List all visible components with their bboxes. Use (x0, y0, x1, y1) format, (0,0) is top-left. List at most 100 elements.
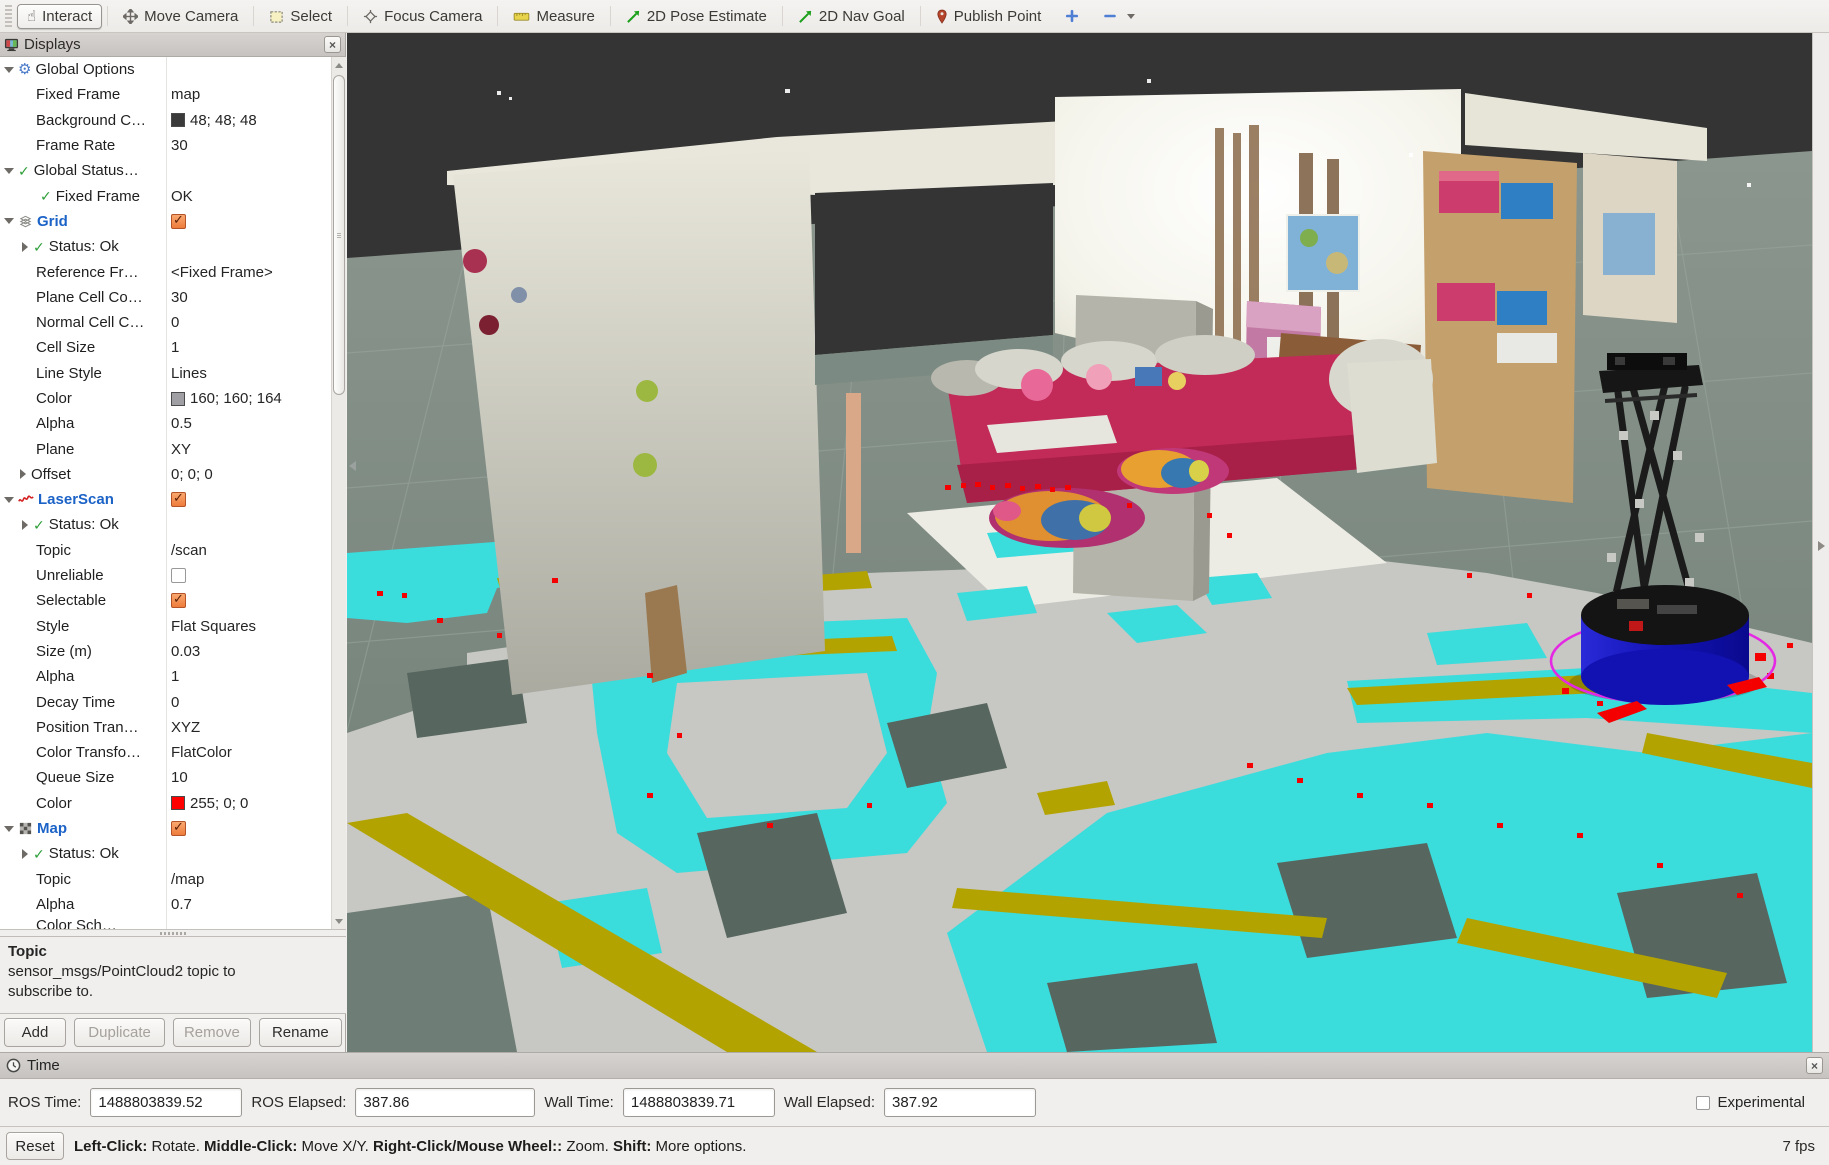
tree-row-topic[interactable]: Topic/map (0, 867, 346, 892)
3d-viewport[interactable] (347, 33, 1812, 1052)
expander-open-icon[interactable] (4, 826, 14, 832)
checkbox-checked[interactable] (171, 593, 186, 608)
tree-row-grid[interactable]: Grid (0, 209, 346, 234)
tree-row-laserscan[interactable]: LaserScan (0, 487, 346, 512)
tree-row-size-m[interactable]: Size (m)0.03 (0, 639, 346, 664)
tree-row-position-tran[interactable]: Position Tran…XYZ (0, 715, 346, 740)
tree-row-color[interactable]: Color160; 160; 164 (0, 386, 346, 411)
tree-row-status-ok[interactable]: ✓Status: Ok (0, 841, 346, 866)
scroll-thumb[interactable] (333, 75, 345, 395)
property-value[interactable]: XYZ (166, 719, 200, 736)
add-tool-button[interactable] (1055, 5, 1089, 27)
property-value[interactable]: Lines (166, 365, 207, 382)
property-value[interactable]: 0.5 (166, 415, 192, 432)
time-field-wall-elapsed[interactable] (884, 1088, 1036, 1117)
expander-open-icon[interactable] (4, 67, 14, 73)
tree-row-frame-rate[interactable]: Frame Rate30 (0, 133, 346, 158)
tool-publish-point[interactable]: Publish Point (926, 4, 1052, 29)
checkbox-unchecked[interactable] (171, 568, 186, 583)
property-value[interactable]: 0 (166, 314, 179, 331)
tree-row-topic[interactable]: Topic/scan (0, 538, 346, 563)
tree-row-global-options[interactable]: ⚙Global Options (0, 57, 346, 82)
tree-row-cell-size[interactable]: Cell Size1 (0, 335, 346, 360)
tool-2d-pose-estimate[interactable]: 2D Pose Estimate (616, 4, 777, 29)
checkbox-checked[interactable] (171, 492, 186, 507)
tool-move-camera[interactable]: Move Camera (113, 4, 248, 29)
property-value[interactable]: FlatColor (166, 744, 232, 761)
scroll-up-arrow[interactable] (332, 57, 346, 73)
tree-row-global-status[interactable]: ✓Global Status… (0, 158, 346, 183)
property-value[interactable] (166, 568, 186, 583)
tree-row-offset[interactable]: Offset0; 0; 0 (0, 462, 346, 487)
property-value[interactable]: 0.03 (166, 643, 200, 660)
expander-closed-icon[interactable] (20, 469, 26, 479)
property-value[interactable]: /scan (166, 542, 207, 559)
checkbox-checked[interactable] (171, 214, 186, 229)
property-value[interactable]: XY (166, 441, 191, 458)
remove-button[interactable]: Remove (173, 1018, 251, 1047)
property-value[interactable]: 48; 48; 48 (166, 112, 257, 129)
left-splitter-arrow[interactable] (349, 461, 356, 471)
experimental-toggle[interactable]: Experimental (1696, 1094, 1805, 1111)
time-field-ros-time[interactable] (90, 1088, 242, 1117)
property-value[interactable] (166, 821, 186, 836)
tree-row-alpha[interactable]: Alpha0.5 (0, 411, 346, 436)
tree-row-alpha[interactable]: Alpha1 (0, 664, 346, 689)
tree-row-color-sch[interactable]: Color Sch… (0, 917, 346, 930)
tree-row-background-c[interactable]: Background C…48; 48; 48 (0, 108, 346, 133)
expander-closed-icon[interactable] (22, 849, 28, 859)
tree-row-line-style[interactable]: Line StyleLines (0, 361, 346, 386)
tool-interact[interactable]: ☝Interact (17, 4, 102, 29)
property-value[interactable]: <Fixed Frame> (166, 264, 273, 281)
tree-row-status-ok[interactable]: ✓Status: Ok (0, 234, 346, 259)
duplicate-button[interactable]: Duplicate (74, 1018, 165, 1047)
tree-row-unreliable[interactable]: Unreliable (0, 563, 346, 588)
reset-button[interactable]: Reset (6, 1132, 64, 1160)
toolbar-drag-handle[interactable] (5, 5, 12, 27)
tree-row-reference-fr[interactable]: Reference Fr…<Fixed Frame> (0, 259, 346, 284)
add-button[interactable]: Add (4, 1018, 66, 1047)
property-value[interactable]: map (166, 86, 200, 103)
remove-tool-button[interactable] (1093, 5, 1145, 27)
tool-focus-camera[interactable]: Focus Camera (353, 4, 492, 29)
tool-select[interactable]: Select (259, 4, 342, 29)
tree-row-normal-cell-c[interactable]: Normal Cell C…0 (0, 310, 346, 335)
property-value[interactable]: 255; 0; 0 (166, 795, 248, 812)
tree-row-plane-cell-co[interactable]: Plane Cell Co…30 (0, 285, 346, 310)
property-value[interactable]: 30 (166, 137, 188, 154)
property-value[interactable]: /map (166, 871, 204, 888)
time-field-ros-elapsed[interactable] (355, 1088, 535, 1117)
right-panel-splitter[interactable] (1812, 33, 1829, 1052)
displays-close-button[interactable]: × (324, 36, 341, 53)
property-value[interactable] (166, 214, 186, 229)
property-value[interactable]: OK (166, 188, 193, 205)
property-value[interactable] (166, 593, 186, 608)
tree-row-selectable[interactable]: Selectable (0, 588, 346, 613)
scroll-down-arrow[interactable] (332, 913, 346, 929)
expander-open-icon[interactable] (4, 218, 14, 224)
tree-row-decay-time[interactable]: Decay Time0 (0, 689, 346, 714)
property-value[interactable] (166, 492, 186, 507)
tree-row-status-ok[interactable]: ✓Status: Ok (0, 512, 346, 537)
expander-open-icon[interactable] (4, 168, 14, 174)
tool-measure[interactable]: Measure (503, 4, 604, 29)
experimental-checkbox[interactable] (1696, 1096, 1710, 1110)
right-splitter-arrow[interactable] (1818, 541, 1825, 551)
property-value[interactable]: 1 (166, 668, 179, 685)
tree-row-alpha[interactable]: Alpha0.7 (0, 892, 346, 917)
property-value[interactable]: 160; 160; 164 (166, 390, 282, 407)
tree-row-style[interactable]: StyleFlat Squares (0, 614, 346, 639)
property-value[interactable]: 0 (166, 694, 179, 711)
expander-open-icon[interactable] (4, 497, 14, 503)
property-value[interactable]: 30 (166, 289, 188, 306)
time-field-wall-time[interactable] (623, 1088, 775, 1117)
time-close-button[interactable]: × (1806, 1057, 1823, 1074)
expander-closed-icon[interactable] (22, 242, 28, 252)
property-value[interactable]: 1 (166, 339, 179, 356)
tree-row-queue-size[interactable]: Queue Size10 (0, 765, 346, 790)
property-value[interactable]: Flat Squares (166, 618, 256, 635)
checkbox-checked[interactable] (171, 821, 186, 836)
tree-row-fixed-frame[interactable]: Fixed Framemap (0, 82, 346, 107)
tree-row-plane[interactable]: PlaneXY (0, 436, 346, 461)
expander-closed-icon[interactable] (22, 520, 28, 530)
